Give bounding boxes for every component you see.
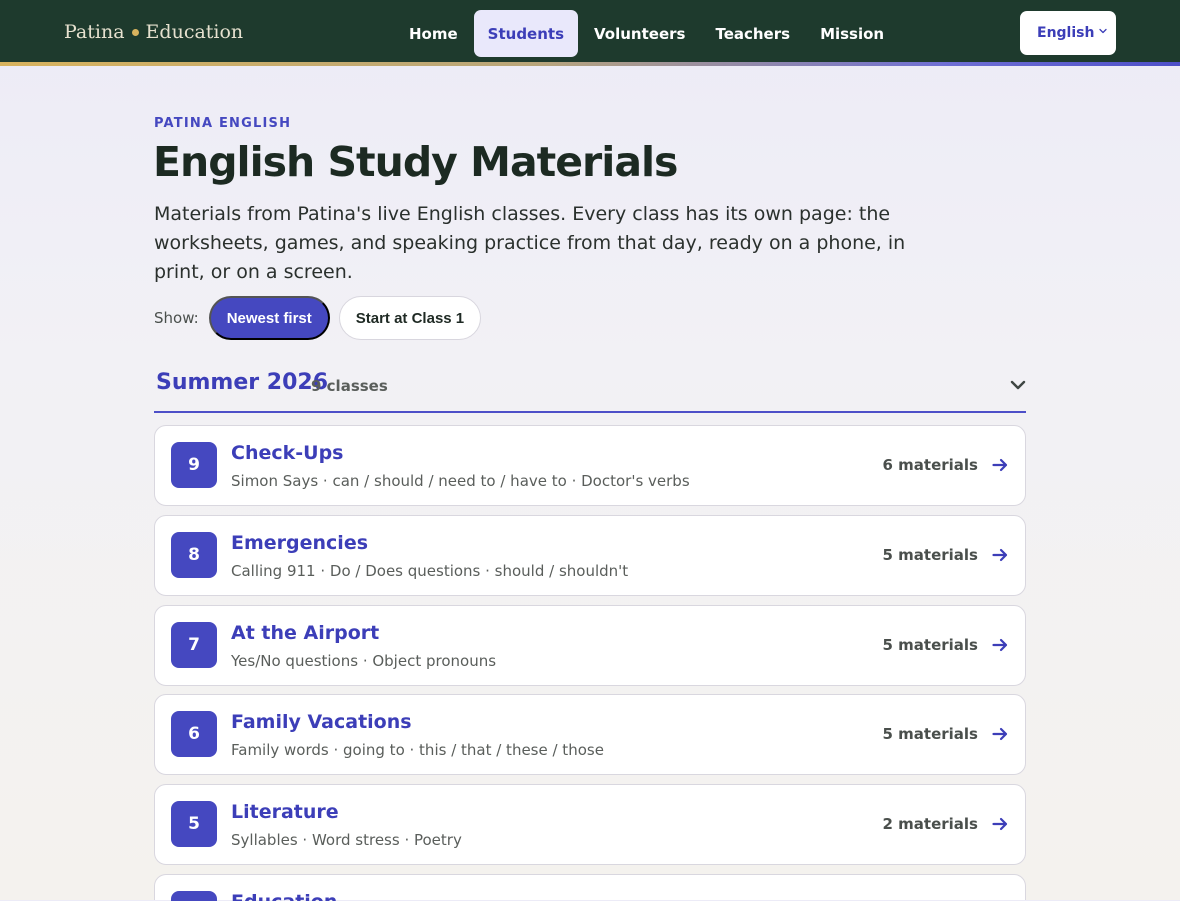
brand-name-right: Education	[145, 21, 244, 43]
nav-home[interactable]: Home	[394, 10, 473, 57]
class-card[interactable]: 6 Family Vacations Family words · going …	[154, 694, 1026, 775]
class-topics: Yes/No questions · Object pronouns	[231, 652, 497, 670]
brand-logo[interactable]: Patina Education	[64, 19, 243, 45]
class-topics: Calling 911 · Do / Does questions · shou…	[231, 562, 629, 580]
class-title[interactable]: At the Airport	[231, 622, 379, 644]
class-material-count: 6 materials	[882, 456, 979, 474]
brand-dot-icon	[131, 28, 139, 36]
class-card[interactable]: Education	[154, 874, 1026, 901]
arrow-right-icon	[992, 727, 1008, 741]
class-topics: Simon Says · can / should / need to / ha…	[231, 472, 690, 490]
arrow-right-icon	[992, 638, 1008, 652]
sort-controls: Show: Newest first Start at Class 1	[154, 296, 482, 340]
brand-name-left: Patina	[64, 21, 125, 43]
page-description: Materials from Patina's live English cla…	[154, 203, 906, 283]
top-navigation-bar: Patina Education Home Students Volunteer…	[0, 0, 1180, 62]
class-card[interactable]: 7 At the Airport Yes/No questions · Obje…	[154, 605, 1026, 686]
class-number-badge: 7	[171, 622, 217, 668]
language-select-value: English	[1037, 25, 1095, 41]
class-topics: Syllables · Word stress · Poetry	[231, 831, 462, 849]
class-card[interactable]: 9 Check-Ups Simon Says · can / should / …	[154, 425, 1026, 506]
chevron-down-icon	[1099, 28, 1107, 34]
class-card[interactable]: 8 Emergencies Calling 911 · Do / Does qu…	[154, 515, 1026, 596]
class-number-badge: 6	[171, 711, 217, 757]
header-accent-stripe	[0, 62, 1180, 66]
page-title: English Study Materials	[153, 138, 678, 186]
chevron-down-icon[interactable]	[1010, 379, 1026, 391]
class-number-badge: 8	[171, 532, 217, 578]
nav-students[interactable]: Students	[473, 10, 579, 57]
sort-newest-first-button[interactable]: Newest first	[208, 296, 330, 340]
class-card[interactable]: 5 Literature Syllables · Word stress · P…	[154, 784, 1026, 865]
sort-start-class-1-button[interactable]: Start at Class 1	[338, 296, 482, 340]
class-title[interactable]: Literature	[231, 801, 339, 823]
nav-teachers[interactable]: Teachers	[700, 10, 805, 57]
language-select[interactable]: English	[1020, 11, 1116, 55]
class-title[interactable]: Check-Ups	[231, 442, 343, 464]
class-number-badge: 5	[171, 801, 217, 847]
class-material-count: 5 materials	[882, 636, 979, 654]
class-number-badge: 9	[171, 442, 217, 488]
arrow-right-icon	[992, 548, 1008, 562]
class-material-count: 5 materials	[882, 546, 979, 564]
nav-mission[interactable]: Mission	[805, 10, 899, 57]
eyebrow-label: PATINA ENGLISH	[154, 116, 292, 131]
arrow-right-icon	[992, 458, 1008, 472]
class-material-count: 5 materials	[882, 725, 979, 743]
main-nav: Home Students Volunteers Teachers Missio…	[394, 10, 899, 57]
sort-label: Show:	[154, 309, 199, 327]
nav-volunteers[interactable]: Volunteers	[579, 10, 700, 57]
term-name: Summer 2026	[156, 370, 329, 395]
class-title[interactable]: Emergencies	[231, 532, 368, 554]
class-material-count: 2 materials	[882, 815, 979, 833]
class-topics: Family words · going to · this / that / …	[231, 741, 604, 759]
arrow-right-icon	[992, 817, 1008, 831]
term-class-count: 9 classes	[311, 377, 388, 395]
term-section-header[interactable]: Summer 2026 9 classes	[154, 364, 1026, 413]
class-title[interactable]: Family Vacations	[231, 711, 412, 733]
